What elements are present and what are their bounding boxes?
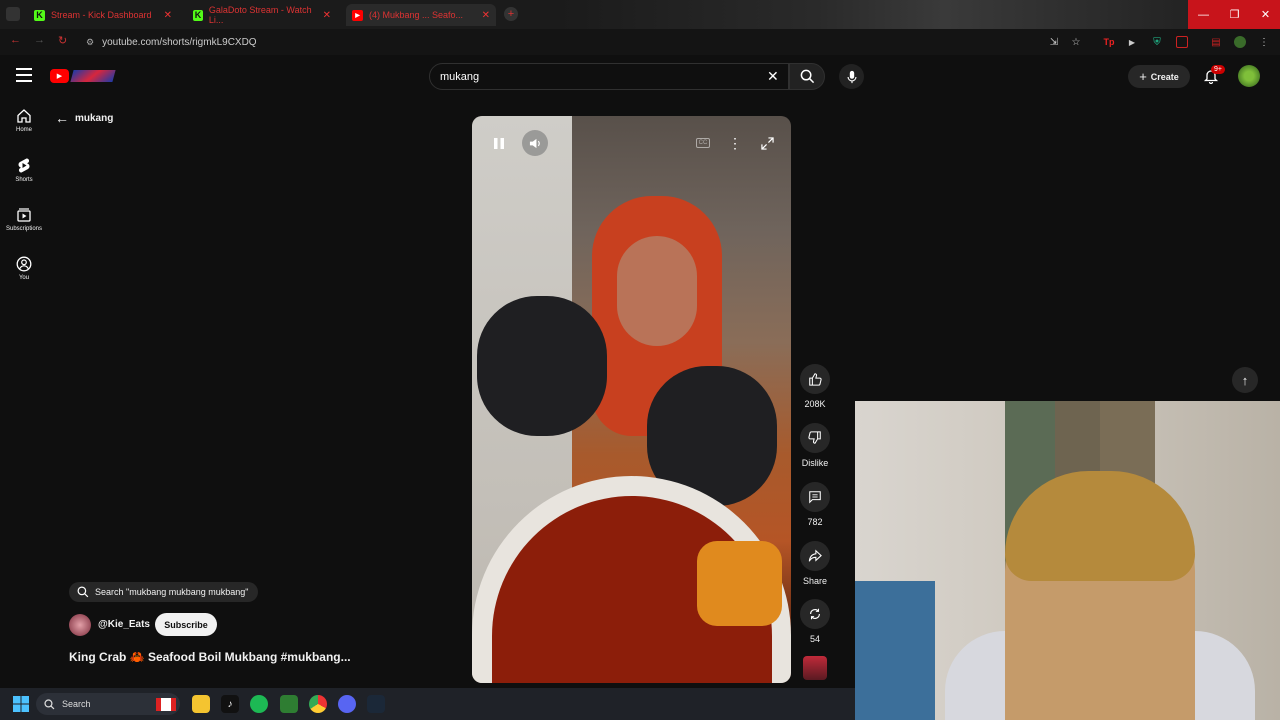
reload-icon[interactable]: ↻ [58,34,67,47]
address-field[interactable]: ⚙ youtube.com/shorts/rigmkL9CXDQ [80,32,1090,52]
sidebar-item-you[interactable]: You [0,256,48,281]
channel-avatar[interactable] [69,614,91,636]
taskbar-search[interactable]: Search [36,693,180,715]
notifications-button[interactable]: 9+ [1203,65,1225,86]
chrome-icon[interactable] [309,695,327,713]
browser-tab-strip: K Stream - Kick Dashboard ✕ K GalaDoto S… [0,0,1280,29]
logo-art [70,70,116,82]
kick-icon: K [34,9,45,21]
tab-kick-dashboard[interactable]: K Stream - Kick Dashboard ✕ [28,4,178,26]
minimize-button[interactable]: — [1188,0,1219,29]
install-app-icon[interactable]: ⇲ [1048,36,1060,48]
youtube-logo[interactable]: ▶ [50,67,116,85]
search-icon [44,698,55,709]
arrow-left-icon: ← [55,110,69,126]
extension-icon[interactable] [1176,36,1188,48]
like-button[interactable]: 208K [800,364,830,409]
bookmark-star-icon[interactable]: ☆ [1070,36,1082,48]
file-explorer-icon[interactable] [192,695,210,713]
share-button[interactable]: Share [800,541,830,586]
user-icon [16,256,32,272]
short-title[interactable]: King Crab 🦀 Seafood Boil Mukbang #mukban… [69,650,351,664]
speaker-icon [529,138,540,148]
windows-taskbar: Search ♪ [0,688,855,720]
forward-icon[interactable]: → [34,34,45,46]
close-tab-icon[interactable]: ✕ [482,10,490,21]
search-icon [77,586,89,598]
tiktok-icon[interactable]: ♪ [221,695,239,713]
profile-avatar[interactable] [1234,36,1246,48]
comment-icon [800,482,830,512]
fullscreen-button[interactable] [754,130,780,156]
subscribe-button[interactable]: Subscribe [155,613,217,636]
shorts-icon [18,158,30,173]
volume-button[interactable] [522,130,548,156]
captions-button[interactable]: CC [690,130,716,156]
notification-badge: 9+ [1211,65,1225,74]
back-icon[interactable]: ← [10,34,21,46]
close-tab-icon[interactable]: ✕ [323,10,331,21]
channel-name[interactable]: @Kie_Eats [98,619,150,630]
tab-youtube-short[interactable]: ▶ (4) Mukbang ... Seafo... ✕ [346,4,496,26]
home-icon [17,109,31,123]
voice-search-button[interactable] [839,64,864,89]
tab-search-icon[interactable] [6,7,20,21]
pause-button[interactable] [486,130,512,156]
extension-icon[interactable]: Tp [1103,36,1115,48]
address-bar-row: ← → ↻ ⚙ youtube.com/shorts/rigmkL9CXDQ ⇲… [0,29,1280,55]
subscriptions-icon [17,208,31,222]
canada-flag-icon [156,697,176,711]
clear-search-icon[interactable]: ✕ [767,68,779,85]
webcam-overlay [855,401,1280,720]
site-info-icon[interactable]: ⚙ [86,37,94,48]
microphone-icon [846,70,857,83]
comments-button[interactable]: 782 [800,482,830,527]
hamburger-menu-icon[interactable] [16,68,32,82]
thumbs-up-icon [800,364,830,394]
windows-start-icon[interactable] [12,695,30,713]
arrow-up-icon[interactable]: ↑ [1232,367,1258,393]
shield-extension-icon[interactable]: ⛨ [1151,36,1163,48]
browser-menu-icon[interactable]: ⋮ [1258,36,1270,48]
new-tab-button[interactable]: + [504,7,518,21]
corn [697,541,782,626]
search-suggestion-chip[interactable]: Search "mukbang mukbang mukbang" [69,582,259,602]
channel-avatar-thumbnail[interactable] [803,656,827,680]
close-tab-icon[interactable]: ✕ [164,10,172,21]
restore-button[interactable]: ❐ [1219,0,1250,29]
search-icon [800,69,814,84]
share-icon [800,541,830,571]
extensions-puzzle-icon[interactable]: ▤ [1210,36,1222,48]
kick-icon: K [193,9,203,21]
spotify-icon[interactable] [250,695,268,713]
sidebar-item-subscriptions[interactable]: Subscriptions [0,207,48,232]
youtube-play-logo-icon: ▶ [50,69,69,83]
sidebar-item-home[interactable]: Home [0,108,48,133]
video-subject-face [617,236,697,346]
youtube-icon: ▶ [352,9,363,21]
cc-icon: CC [695,138,711,148]
discord-icon[interactable] [338,695,356,713]
tab-galadoto-stream[interactable]: K GalaDoto Stream - Watch Li... ✕ [187,4,337,26]
account-avatar[interactable] [1238,65,1260,87]
thumbs-down-icon [800,423,830,453]
sidebar-item-shorts[interactable]: Shorts [0,157,48,183]
close-window-button[interactable]: ✕ [1250,0,1280,29]
plus-icon: + [1139,69,1147,84]
create-button[interactable]: + Create [1128,65,1190,88]
shorts-video-player[interactable]: CC ⋮ [472,116,791,683]
pause-icon [494,137,504,149]
search-input[interactable]: mukang [429,63,789,90]
app-icon[interactable] [280,695,298,713]
steam-icon[interactable] [367,695,385,713]
expand-icon [760,136,774,150]
remix-icon [800,599,830,629]
dislike-button[interactable]: Dislike [800,423,830,468]
remix-button[interactable]: 54 [800,599,830,644]
back-to-search-link[interactable]: ← mukang [55,110,113,126]
more-options-icon[interactable]: ⋮ [722,130,748,156]
media-play-icon[interactable]: ▶ [1126,36,1138,48]
search-button[interactable] [789,63,825,90]
